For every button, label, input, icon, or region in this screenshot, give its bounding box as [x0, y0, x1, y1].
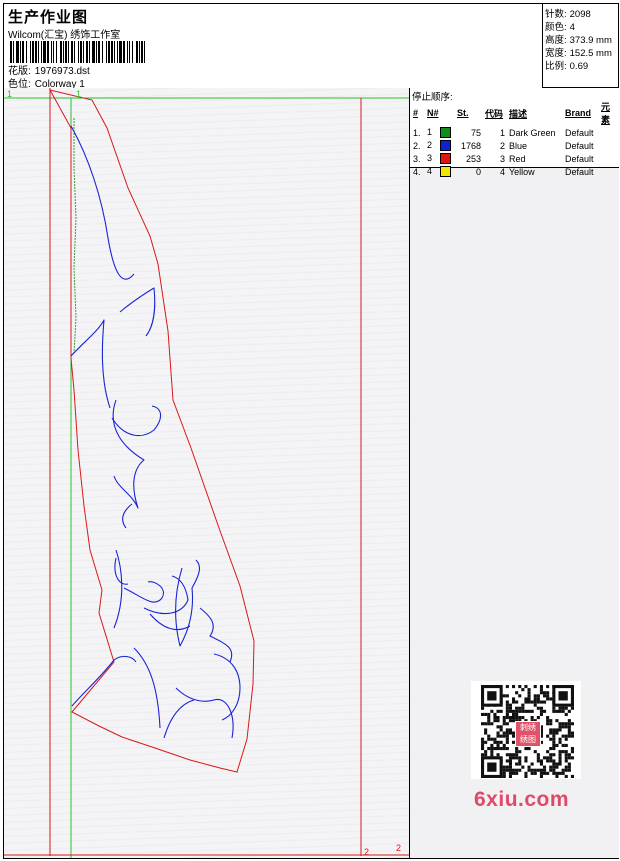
stitch-count: 针数: 2098 [545, 9, 591, 20]
cell-description: Yellow [509, 166, 535, 177]
col-description: 描述 [509, 108, 528, 119]
col-stitches: St. [457, 108, 469, 118]
cell-needle: 3 [425, 152, 455, 165]
color-swatch [440, 153, 452, 165]
cell-description: Red [509, 153, 526, 164]
needle-number: 4 [427, 165, 433, 176]
stop-sequence-table-box: 停止顺序: # N# St. 代码 描述 Brand 元素 1. 1 75 1 Dark… [410, 88, 619, 178]
cell-element [599, 152, 619, 165]
cell-code: 3 [499, 153, 505, 164]
table-header-row: # N# St. 代码 描述 Brand 元素 [411, 100, 619, 126]
color-swatch [440, 127, 452, 139]
stop-sequence-table: # N# St. 代码 描述 Brand 元素 1. 1 75 1 Dark Green… [411, 100, 619, 178]
design-height: 高度: 373.9 mm [545, 35, 612, 46]
qr-badge-logo: 刺绣 绣图 [515, 721, 541, 747]
cell-order: 2. [413, 140, 421, 151]
cell-order: 3. [413, 153, 421, 164]
design-drawing [4, 88, 409, 858]
watermark-text: 6xiu.com [474, 788, 570, 811]
header: 生产作业图 Wilcom(汇宝) 绣饰工作室 花版: 1976973.dst 色位… [4, 4, 542, 90]
blue-stitching [70, 125, 241, 739]
cell-brand: Default [565, 127, 594, 138]
table-row[interactable]: 4. 4 0 4 Yellow Default [411, 165, 619, 178]
cell-needle: 2 [425, 139, 455, 152]
page-title: 生产作业图 [8, 9, 89, 26]
cell-order: 1. [413, 127, 421, 138]
cell-element [599, 126, 619, 139]
cell-element [599, 139, 619, 152]
qr-code: 刺绣 绣图 [471, 681, 581, 779]
table-row[interactable]: 1. 1 75 1 Dark Green Default [411, 126, 619, 139]
design-stats: 针数: 2098 颜色: 4 高度: 373.9 mm 宽度: 152.5 mm 比例:… [542, 4, 618, 88]
col-needle: N# [427, 108, 439, 118]
cell-code: 1 [499, 127, 505, 138]
design-width: 宽度: 152.5 mm [545, 48, 612, 59]
cell-code: 4 [499, 166, 505, 177]
cell-description: Blue [509, 140, 528, 151]
col-element: 元素 [601, 102, 611, 125]
col-brand: Brand [565, 108, 592, 118]
barcode-image [10, 41, 145, 63]
design-canvas[interactable]: 1 1 2 2 [4, 88, 409, 858]
cell-stitches: 1768 [460, 140, 481, 151]
color-swatch [440, 166, 452, 178]
cell-stitches: 0 [475, 166, 481, 177]
marker-red-corner: 2 [396, 843, 402, 853]
cell-brand: Default [565, 153, 594, 164]
marker-red-bottom: 2 [364, 847, 370, 857]
cell-needle: 1 [425, 126, 455, 139]
table-row[interactable]: 3. 3 253 3 Red Default [411, 152, 619, 165]
green-run-stitch [73, 118, 77, 354]
table-row[interactable]: 2. 2 1768 2 Blue Default [411, 139, 619, 152]
cell-element [599, 165, 619, 178]
cell-order: 4. [413, 166, 421, 177]
needle-number: 3 [427, 152, 433, 163]
needle-number: 2 [427, 139, 433, 150]
needle-number: 1 [427, 126, 433, 137]
cell-stitches: 253 [465, 153, 481, 164]
cell-code: 2 [499, 140, 505, 151]
cell-stitches: 75 [470, 127, 481, 138]
marker-green-top: 1 [76, 89, 82, 99]
color-count: 颜色: 4 [545, 22, 575, 33]
design-scale: 比例: 0.69 [545, 61, 589, 72]
cell-needle: 4 [425, 165, 455, 178]
cell-description: Dark Green [509, 127, 556, 138]
col-code: 代码 [485, 108, 504, 119]
col-order: # [413, 108, 419, 118]
cell-brand: Default [565, 166, 594, 177]
company-name: Wilcom(汇宝) 绣饰工作室 [8, 30, 121, 41]
cell-brand: Default [565, 140, 594, 151]
color-swatch [440, 140, 452, 152]
marker-green-left: 1 [7, 89, 13, 99]
